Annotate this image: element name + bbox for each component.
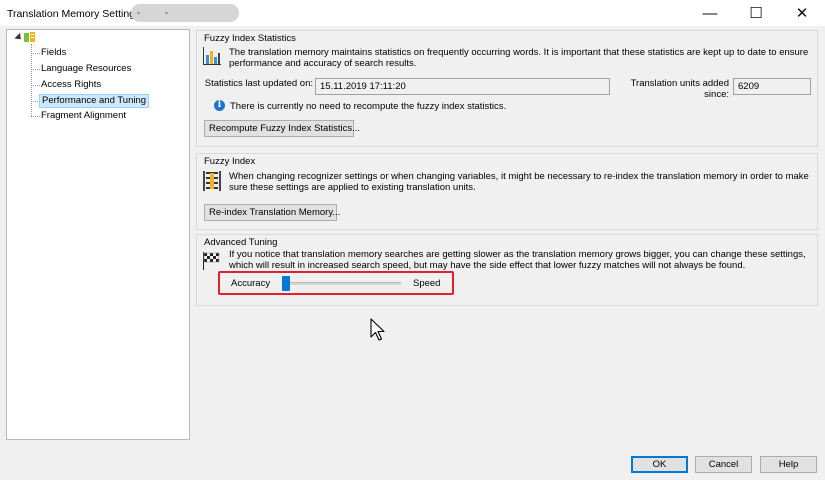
fuzzy-index-description: When changing recognizer settings or whe… [229, 171, 809, 193]
advanced-tuning-group: Advanced Tuning If you notice that trans… [196, 234, 818, 306]
maximize-button[interactable]: ☐ [733, 0, 779, 26]
mouse-cursor-icon [370, 318, 385, 341]
ok-button[interactable]: OK [631, 456, 688, 473]
tree-item-access-rights[interactable]: Access Rights [39, 78, 103, 92]
fuzzy-index-group: Fuzzy Index When changing recognizer set… [196, 153, 818, 230]
last-updated-field[interactable]: 15.11.2019 17:11:20 [315, 78, 610, 95]
advanced-tuning-description: If you notice that translation memory se… [229, 249, 806, 271]
close-button[interactable]: ✕ [779, 0, 825, 26]
tree-connector [31, 44, 32, 116]
recompute-statistics-button[interactable]: Recompute Fuzzy Index Statistics... [204, 120, 360, 137]
fuzzy-index-statistics-group: Fuzzy Index Statistics The translation m… [196, 30, 818, 147]
redacted-tm-name [131, 4, 239, 22]
reindex-button[interactable]: Re-index Translation Memory... [204, 204, 340, 221]
info-icon: i [214, 100, 225, 111]
translation-memory-icon[interactable] [24, 32, 36, 43]
checkered-flag-icon [203, 252, 220, 270]
last-updated-label: Statistics last updated on: [204, 78, 313, 89]
highlight-box [218, 271, 454, 295]
collapse-icon[interactable] [14, 32, 24, 43]
minimize-button[interactable]: — [687, 0, 733, 26]
tree-item-fragment-alignment[interactable]: Fragment Alignment [39, 109, 128, 123]
tree-item-language-resources[interactable]: Language Resources [39, 62, 133, 76]
bar-chart-icon [203, 47, 221, 65]
statistics-description: The translation memory maintains statist… [229, 47, 809, 69]
group-title: Advanced Tuning [204, 237, 278, 248]
window-title: Translation Memory Settings - [7, 8, 147, 20]
index-ruler-icon [203, 171, 221, 191]
info-message: There is currently no need to recompute … [230, 101, 507, 112]
units-added-label: Translation units added since: [630, 78, 729, 100]
group-title: Fuzzy Index Statistics [204, 33, 296, 44]
title-bar: Translation Memory Settings - — ☐ ✕ [0, 0, 825, 26]
settings-tree[interactable]: Fields Language Resources Access Rights … [6, 29, 190, 440]
units-added-field[interactable]: 6209 [733, 78, 811, 95]
tree-item-fields[interactable]: Fields [39, 46, 68, 60]
group-title: Fuzzy Index [204, 156, 256, 167]
cancel-button[interactable]: Cancel [695, 456, 752, 473]
help-button[interactable]: Help [760, 456, 817, 473]
tree-item-performance-and-tuning[interactable]: Performance and Tuning [39, 94, 150, 108]
